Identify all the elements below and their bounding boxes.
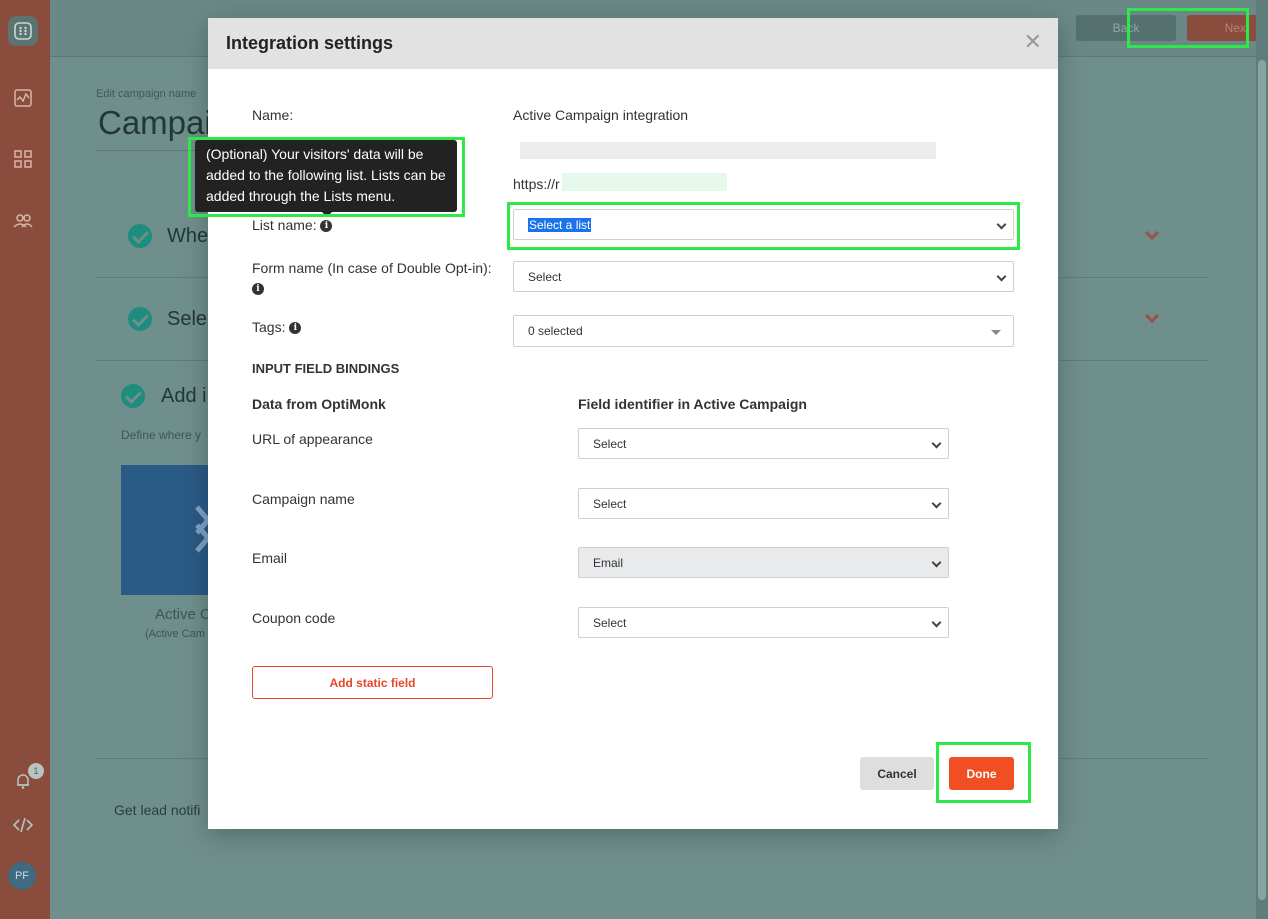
binding-select-value: Email — [593, 555, 624, 570]
chevron-down-icon — [931, 617, 942, 628]
chevron-down-icon — [996, 271, 1007, 282]
modal-title: Integration settings — [226, 33, 394, 53]
redacted-url — [562, 173, 727, 191]
url-prefix: https://r — [513, 176, 560, 192]
tags-multiselect[interactable]: 0 selected — [513, 315, 1014, 347]
list-name-label-text: List name: — [252, 217, 317, 233]
close-icon[interactable]: ✕ — [1024, 31, 1042, 53]
tags-label: Tags: i — [252, 319, 302, 335]
modal-header: Integration settings ✕ — [208, 18, 1058, 69]
step-when-title[interactable]: Whe — [167, 225, 208, 248]
templates-grid-icon[interactable] — [10, 146, 36, 172]
chevron-down-icon — [931, 438, 942, 449]
form-name-select[interactable]: Select — [513, 261, 1014, 292]
sidebar: 1 PF — [0, 0, 50, 919]
form-select-value: Select — [528, 269, 562, 284]
active-campaign-tile-label: Active C — [155, 606, 211, 623]
integration-name-value[interactable]: Active Campaign integration — [513, 107, 688, 123]
users-icon[interactable] — [10, 207, 36, 233]
binding-label-email: Email — [252, 550, 288, 566]
binding-select-email: Email — [578, 547, 949, 578]
avatar[interactable]: PF — [8, 862, 36, 890]
step-complete-check-icon — [128, 307, 152, 331]
column-header-target: Field identifier in Active Campaign — [578, 396, 807, 412]
cancel-button[interactable]: Cancel — [860, 757, 934, 790]
form-name-label: Form name (In case of Double Opt-in): i — [252, 258, 502, 298]
step-add-integration-title: Add i — [161, 385, 207, 407]
binding-select-value: Select — [593, 496, 627, 511]
binding-label-campaign-name: Campaign name — [252, 491, 355, 507]
info-icon[interactable]: i — [289, 322, 302, 335]
binding-select-url[interactable]: Select — [578, 428, 949, 459]
binding-select-value: Select — [593, 615, 627, 630]
bindings-section-title: INPUT FIELD BINDINGS — [252, 361, 400, 376]
chevron-down-icon — [931, 557, 942, 568]
form-name-label-text: Form name (In case of Double Opt-in): — [252, 260, 492, 276]
define-description: Define where y — [121, 428, 202, 442]
lead-notification-text: Get lead notifi — [114, 802, 201, 818]
highlight-tooltip — [188, 137, 465, 217]
tags-value: 0 selected — [528, 324, 583, 338]
highlight-list-select — [507, 202, 1020, 250]
highlight-next-button — [1127, 8, 1249, 48]
page-scrollbar-thumb[interactable] — [1258, 60, 1266, 900]
name-label: Name: — [252, 107, 294, 123]
active-campaign-tile-sublabel: (Active Cam — [145, 628, 205, 640]
column-header-source: Data from OptiMonk — [252, 396, 386, 412]
binding-label-url: URL of appearance — [252, 431, 373, 447]
binding-select-value: Select — [593, 436, 627, 451]
info-icon[interactable]: i — [252, 283, 264, 296]
active-campaign-tile[interactable] — [121, 465, 212, 595]
tags-label-text: Tags: — [252, 319, 286, 335]
notification-badge: 1 — [28, 763, 44, 779]
edit-campaign-label: Edit campaign name — [96, 88, 197, 100]
highlight-done-button — [936, 742, 1031, 803]
chevron-down-icon[interactable] — [1144, 308, 1160, 324]
redacted-field — [520, 142, 936, 159]
app-logo-icon[interactable] — [8, 16, 38, 46]
code-embed-icon[interactable] — [10, 812, 36, 838]
binding-select-campaign-name[interactable]: Select — [578, 488, 949, 519]
chevron-down-icon — [931, 498, 942, 509]
step-complete-check-icon — [121, 384, 145, 408]
info-icon[interactable]: i — [320, 220, 333, 233]
analytics-icon[interactable] — [10, 85, 36, 111]
add-static-field-button[interactable]: Add static field — [252, 666, 493, 699]
list-name-label: List name: i — [252, 217, 333, 233]
chevron-down-icon[interactable] — [1144, 225, 1160, 241]
caret-down-icon — [991, 330, 1001, 335]
binding-label-coupon: Coupon code — [252, 610, 336, 626]
step-complete-check-icon — [128, 224, 152, 248]
step-select-title[interactable]: Sele — [167, 308, 207, 331]
binding-select-coupon[interactable]: Select — [578, 607, 949, 638]
